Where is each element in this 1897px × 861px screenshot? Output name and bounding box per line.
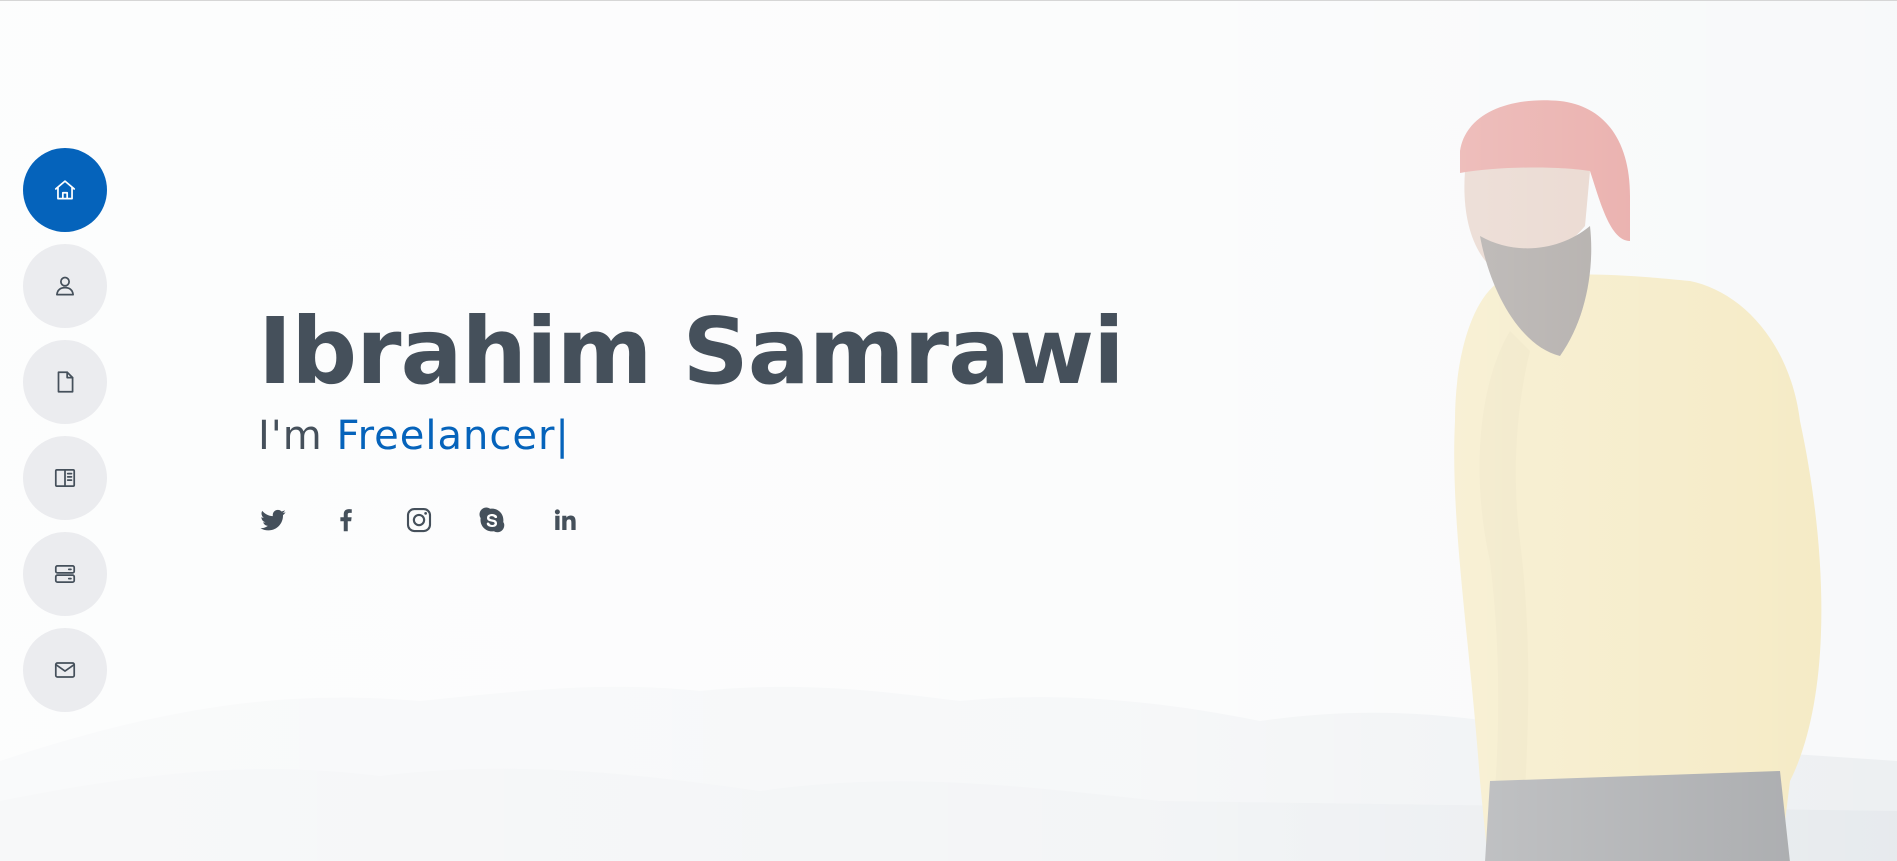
hero-section: Ibrahim Samrawi I'm Freelancer|	[0, 0, 1897, 861]
book-half-icon	[54, 469, 76, 487]
tagline-prefix: I'm	[258, 413, 323, 459]
typing-cursor: |	[555, 413, 570, 459]
house-icon	[54, 180, 76, 200]
file-icon	[57, 371, 74, 393]
twitter-icon	[260, 509, 286, 531]
linkedin-icon	[554, 509, 576, 530]
nav-about-button[interactable]	[23, 244, 107, 328]
skype-link[interactable]	[477, 505, 507, 535]
social-links	[258, 505, 1124, 535]
nav-resume-button[interactable]	[23, 340, 107, 424]
person-icon	[56, 276, 74, 296]
facebook-icon	[340, 509, 352, 532]
instagram-link[interactable]	[404, 505, 434, 535]
hero-name: Ibrahim Samrawi	[258, 298, 1125, 405]
side-navigation	[23, 148, 107, 712]
facebook-link[interactable]	[331, 505, 361, 535]
linkedin-link[interactable]	[550, 505, 580, 535]
nav-services-button[interactable]	[23, 532, 107, 616]
instagram-icon	[406, 507, 432, 533]
envelope-icon	[54, 662, 76, 678]
server-icon	[54, 565, 76, 583]
tagline-role: Freelancer	[336, 413, 556, 459]
nav-portfolio-button[interactable]	[23, 436, 107, 520]
hero-tagline: I'm Freelancer|	[258, 409, 1124, 463]
twitter-link[interactable]	[258, 505, 288, 535]
hero-content: Ibrahim Samrawi I'm Freelancer|	[258, 297, 1125, 535]
skype-icon	[479, 507, 505, 533]
nav-home-button[interactable]	[23, 148, 107, 232]
nav-contact-button[interactable]	[23, 628, 107, 712]
